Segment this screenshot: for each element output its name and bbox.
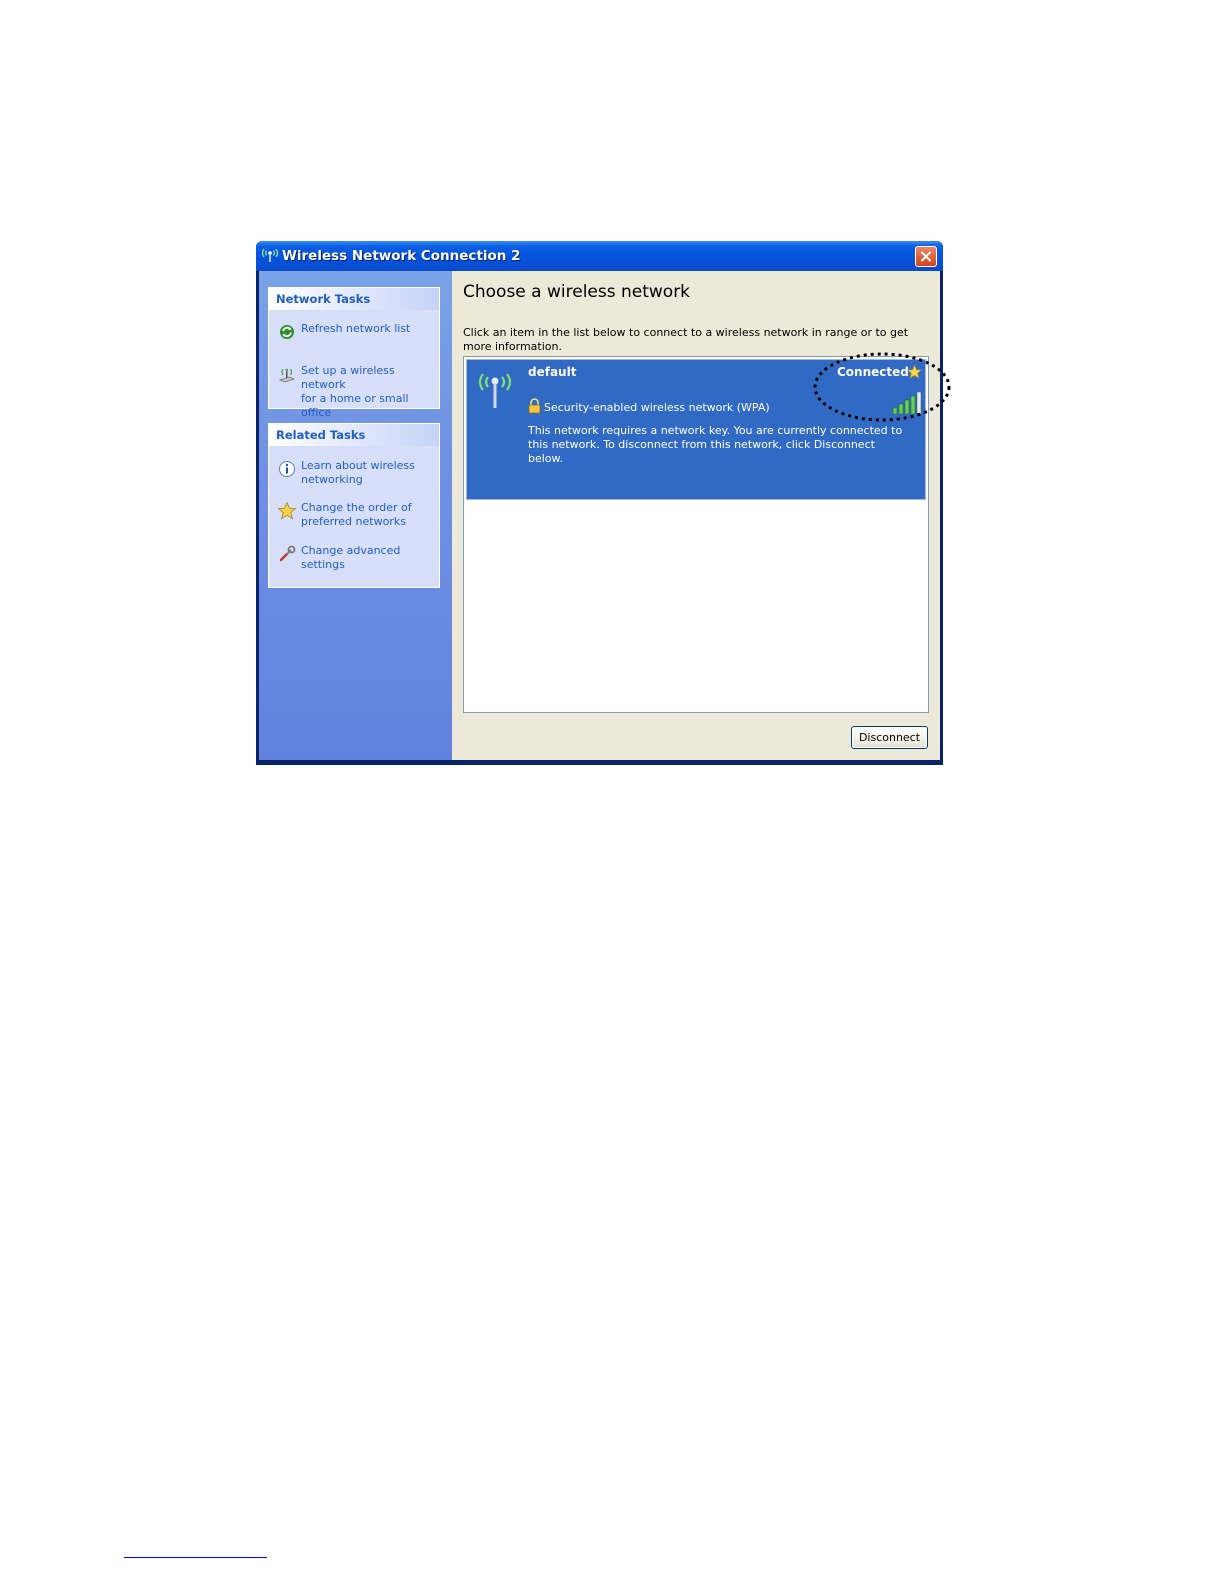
change-advanced-settings-label: Change advanced settings	[301, 544, 401, 571]
signal-bar	[898, 403, 904, 414]
info-icon	[279, 461, 295, 477]
network-list[interactable]: default Connected Security-enabled wirel…	[463, 356, 929, 713]
network-tasks-heading: Network Tasks	[269, 288, 439, 310]
wireless-connection-window: Wireless Network Connection 2 Network Ta…	[256, 241, 943, 765]
change-order-networks-link[interactable]: Change the order of preferred networks	[277, 501, 437, 531]
page-title: Choose a wireless network	[463, 282, 691, 302]
signal-bar	[892, 407, 898, 414]
change-order-networks-label: Change the order of preferred networks	[301, 501, 412, 528]
wireless-antenna-icon	[478, 373, 512, 408]
setup-wireless-network-label: Set up a wireless network for a home or …	[301, 364, 409, 419]
wireless-setup-icon	[278, 368, 296, 383]
change-advanced-settings-link[interactable]: Change advanced settings	[277, 544, 437, 574]
network-tasks-panel: Network Tasks Refresh network list Set u…	[268, 287, 440, 419]
refresh-network-list-label: Refresh network list	[301, 322, 411, 335]
settings-icon	[279, 545, 296, 562]
related-tasks-panel: Related Tasks Learn about wireless netwo…	[268, 423, 440, 588]
preferred-star-icon	[906, 364, 923, 379]
signal-bar	[910, 395, 916, 414]
footnote-separator	[124, 1557, 267, 1558]
connection-status: Connected	[837, 365, 909, 379]
learn-wireless-label: Learn about wireless networking	[301, 459, 415, 486]
close-button[interactable]	[915, 246, 937, 267]
signal-bar	[904, 399, 910, 414]
network-list-item[interactable]: default Connected Security-enabled wirel…	[466, 359, 926, 500]
task-sidebar: Network Tasks Refresh network list Set u…	[259, 271, 452, 760]
title-bar[interactable]: Wireless Network Connection 2	[256, 241, 943, 271]
star-icon	[277, 501, 297, 520]
learn-wireless-link[interactable]: Learn about wireless networking	[277, 459, 437, 489]
network-name: default	[528, 365, 577, 379]
setup-wireless-network-link[interactable]: Set up a wireless network for a home or …	[277, 364, 437, 419]
window-title: Wireless Network Connection 2	[282, 248, 521, 264]
wireless-antenna-icon	[261, 248, 279, 262]
network-description: This network requires a network key. You…	[528, 424, 903, 465]
related-tasks-heading: Related Tasks	[269, 424, 439, 446]
main-pane: Choose a wireless network Click an item …	[452, 271, 940, 760]
signal-strength-icon	[892, 392, 922, 414]
refresh-icon	[280, 325, 294, 339]
instruction-text: Click an item in the list below to conne…	[463, 326, 909, 353]
security-type: Security-enabled wireless network (WPA)	[544, 401, 770, 414]
close-icon	[921, 251, 931, 262]
signal-bar	[916, 392, 922, 414]
disconnect-button[interactable]: Disconnect	[851, 726, 928, 749]
lock-icon	[528, 398, 541, 414]
refresh-network-list-link[interactable]: Refresh network list	[277, 322, 437, 352]
